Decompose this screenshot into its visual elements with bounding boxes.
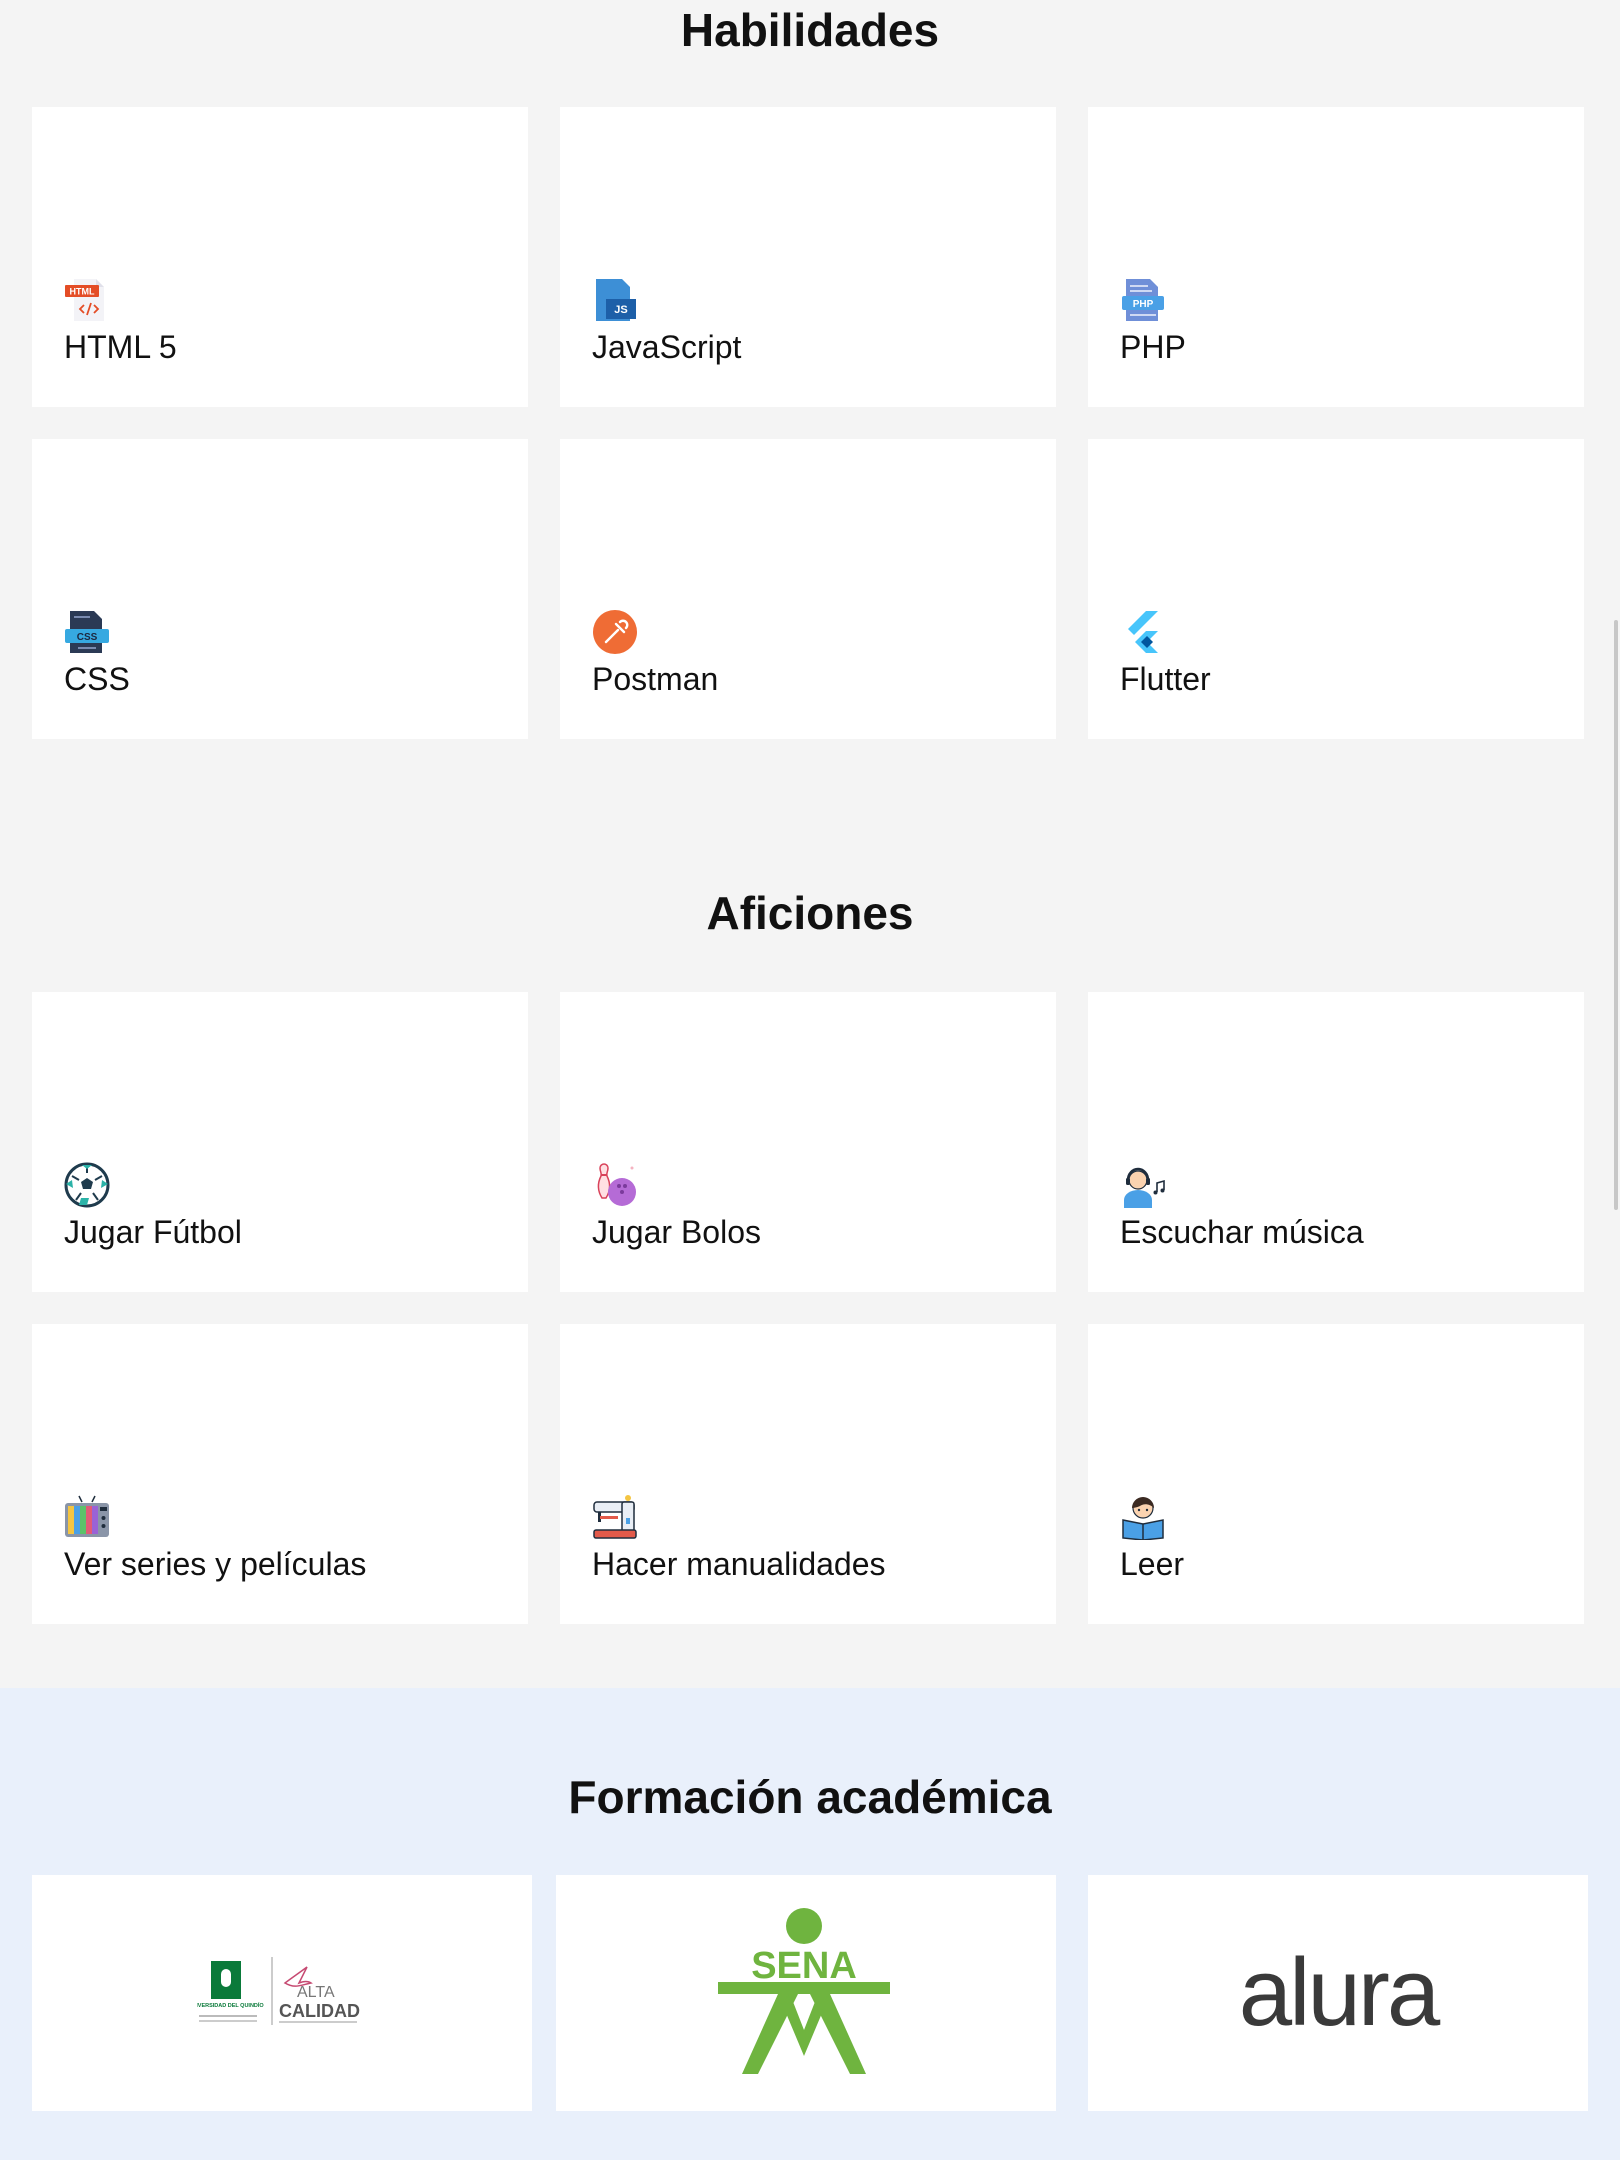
- skill-label: HTML 5: [64, 329, 177, 365]
- habilidades-title: Habilidades: [680, 4, 940, 56]
- skill-label: CSS: [64, 661, 130, 697]
- hobby-card-manualidades: Hacer manualidades: [560, 1324, 1056, 1624]
- hobby-label: Jugar Bolos: [592, 1214, 761, 1250]
- uniquindio-text: UNIVERSIDAD DEL QUINDÍO: [197, 2001, 264, 2009]
- headphones-music-icon: [1120, 1162, 1166, 1208]
- svg-text:JS: JS: [614, 304, 627, 316]
- hobby-card-musica: Escuchar música: [1088, 992, 1584, 1292]
- skill-card-html5: HTML HTML 5: [32, 107, 528, 407]
- css-icon: CSS: [64, 609, 110, 655]
- skill-label: JavaScript: [592, 329, 742, 365]
- hobby-card-futbol: Jugar Fútbol: [32, 992, 528, 1292]
- alta-text: ALTA: [297, 1984, 335, 2001]
- hobby-label: Jugar Fútbol: [64, 1214, 242, 1250]
- hobby-card-leer: Leer: [1088, 1324, 1584, 1624]
- sena-text: SENA: [751, 1945, 857, 1987]
- logo-card-alura: alura: [1088, 1875, 1588, 2111]
- skill-card-css: CSS CSS: [32, 439, 528, 739]
- hobby-label: Hacer manualidades: [592, 1546, 886, 1582]
- javascript-icon: JS: [592, 277, 638, 323]
- postman-icon: [592, 609, 638, 655]
- page-scrollbar[interactable]: [1614, 620, 1618, 1210]
- svg-text:PHP: PHP: [1133, 299, 1154, 310]
- formacion-title: Formación académica: [568, 1771, 1052, 1823]
- skill-label: Flutter: [1120, 661, 1211, 697]
- hobby-label: Ver series y películas: [64, 1546, 367, 1582]
- bowling-icon: [592, 1162, 638, 1208]
- skill-card-php: PHP PHP: [1088, 107, 1584, 407]
- hobby-card-series: Ver series y películas: [32, 1324, 528, 1624]
- logo-card-sena: SENA: [556, 1875, 1056, 2111]
- uniquindio-logo: UNIVERSIDAD DEL QUINDÍO ALTA CALIDAD: [197, 1957, 360, 2025]
- php-icon: PHP: [1120, 277, 1166, 323]
- hobby-card-bolos: Jugar Bolos: [560, 992, 1056, 1292]
- html5-icon: HTML: [64, 277, 110, 323]
- skill-card-postman: Postman: [560, 439, 1056, 739]
- sena-logo: SENA: [718, 1908, 890, 2074]
- skill-label: PHP: [1120, 329, 1186, 365]
- flutter-icon: [1120, 609, 1166, 655]
- skill-card-javascript: JS JavaScript: [560, 107, 1056, 407]
- skill-card-flutter: Flutter: [1088, 439, 1584, 739]
- logo-card-uniquindio: UNIVERSIDAD DEL QUINDÍO ALTA CALIDAD: [32, 1875, 532, 2111]
- svg-text:CSS: CSS: [77, 632, 98, 643]
- reading-icon: [1120, 1494, 1166, 1540]
- sewing-machine-icon: [592, 1494, 638, 1540]
- svg-text:HTML: HTML: [70, 287, 95, 297]
- tv-icon: [64, 1494, 110, 1540]
- alura-logo: alura: [1238, 1939, 1440, 2046]
- aficiones-title: Aficiones: [706, 887, 914, 939]
- hobby-label: Leer: [1120, 1546, 1185, 1582]
- skill-label: Postman: [592, 661, 719, 697]
- calidad-text: CALIDAD: [279, 2001, 360, 2021]
- soccer-ball-icon: [64, 1162, 110, 1208]
- hobby-label: Escuchar música: [1120, 1214, 1364, 1250]
